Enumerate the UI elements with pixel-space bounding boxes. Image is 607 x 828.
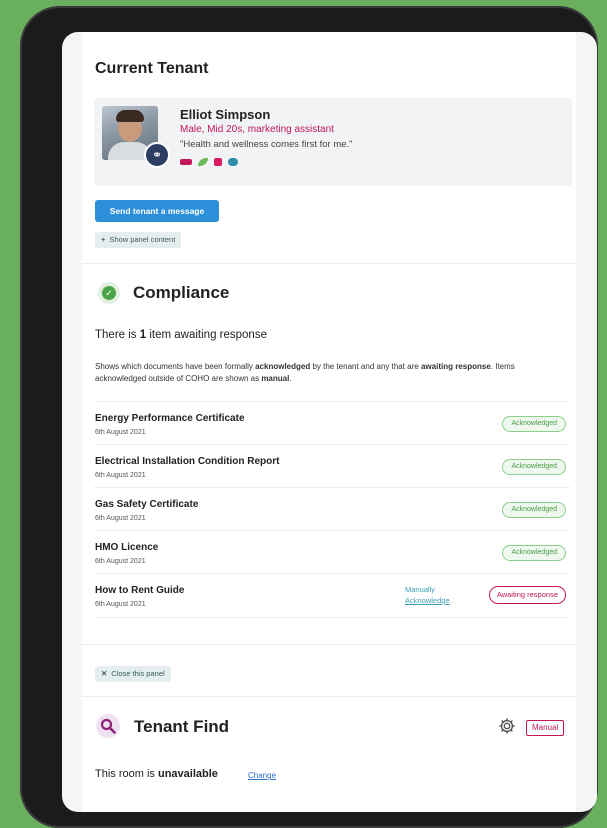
tenant-meta: Male, Mid 20s, marketing assistant [180,124,334,135]
status-badge: Acknowledged [502,545,566,561]
compliance-description: Shows which documents have been formally… [95,362,515,383]
book-icon [214,158,222,166]
item-title: HMO Licence [95,542,159,553]
manual-badge[interactable]: Manual [526,720,565,736]
check-icon: ✓ [98,282,120,304]
tablet-screen: Current Tenant ⚭ Elliot Simpson Male, Mi… [62,32,597,812]
status-badge: Acknowledged [502,502,566,518]
tenant-panel: Current Tenant ⚭ Elliot Simpson Male, Mi… [82,32,576,812]
plus-icon: + [101,235,106,244]
item-title: Gas Safety Certificate [95,499,199,510]
item-date: 6th August 2021 [95,429,146,436]
divider [82,644,576,645]
link-icon: ⚭ [144,142,170,168]
item-date: 6th August 2021 [95,515,146,522]
compliance-title: Compliance [133,283,230,302]
compliance-row: How to Rent Guide 6th August 2021 Manual… [94,573,570,618]
tenant-find-title: Tenant Find [134,717,230,736]
compliance-row: Gas Safety Certificate 6th August 2021 A… [94,487,570,531]
gamepad-icon [228,158,238,166]
manually-acknowledge-link[interactable]: Manually Acknowledge [405,584,450,606]
search-icon [96,714,120,738]
interest-icons [180,158,238,166]
item-title: How to Rent Guide [95,585,185,596]
status-badge: Awaiting response [488,586,566,604]
compliance-row: Energy Performance Certificate 6th Augus… [94,401,570,445]
item-title: Energy Performance Certificate [95,413,245,424]
status-badge: Acknowledged [502,459,566,475]
leaf-icon [198,158,208,166]
room-status: This room is unavailable [95,768,218,780]
close-panel-button[interactable]: ✕ Close this panel [95,666,171,682]
item-date: 6th August 2021 [95,472,146,479]
compliance-row: HMO Licence 6th August 2021 Acknowledged [94,530,570,574]
current-tenant-title: Current Tenant [95,60,209,77]
sport-icon [180,159,192,165]
item-title: Electrical Installation Condition Report [95,456,280,467]
item-date: 6th August 2021 [95,558,146,565]
status-badge: Acknowledged [502,416,566,432]
tenant-name: Elliot Simpson [180,107,271,122]
show-panel-label: Show panel content [109,235,176,244]
close-panel-label: Close this panel [111,669,165,678]
tablet-frame: Current Tenant ⚭ Elliot Simpson Male, Mi… [20,6,598,828]
compliance-row: Electrical Installation Condition Report… [94,444,570,488]
item-date: 6th August 2021 [95,601,146,608]
gear-icon[interactable] [498,717,516,735]
show-panel-button[interactable]: + Show panel content [95,232,182,248]
divider [82,263,576,264]
change-link[interactable]: Change [248,771,276,780]
tenant-card: ⚭ Elliot Simpson Male, Mid 20s, marketin… [94,98,572,186]
compliance-summary: There is 1 item awaiting response [95,329,267,341]
divider [82,696,576,697]
tenant-quote: "Health and wellness comes first for me.… [180,139,353,150]
send-message-button[interactable]: Send tenant a message [95,200,219,222]
close-icon: ✕ [101,669,108,678]
